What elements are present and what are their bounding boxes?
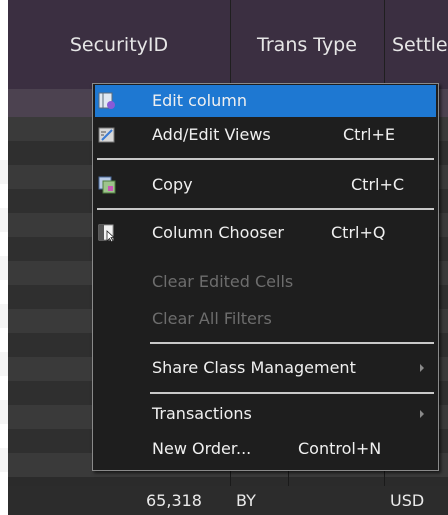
menu-item-label: Clear All Filters — [152, 309, 272, 328]
column-chooser-icon — [98, 224, 116, 242]
menu-item-share-class-management[interactable]: Share Class Management — [95, 352, 436, 384]
menu-item-label: Copy — [152, 175, 193, 194]
menu-item-clear-edited-cells[interactable]: Clear Edited Cells — [95, 266, 436, 298]
left-stripe — [0, 448, 8, 472]
edit-column-icon — [98, 92, 115, 109]
context-menu: Edit column Add/Edit Views Ctrl+E Copy C… — [92, 83, 439, 471]
left-stripe — [0, 160, 8, 184]
column-header-trans-type[interactable]: Trans Type — [230, 0, 385, 89]
menu-item-shortcut: Control+N — [298, 439, 382, 458]
submenu-arrow-icon — [420, 364, 424, 372]
column-header-label: Settle — [392, 33, 448, 56]
column-header-label: SecurityID — [69, 33, 169, 56]
menu-item-label: Column Chooser — [152, 223, 285, 242]
amount-cell: 65,318 — [146, 491, 202, 510]
left-stripe — [0, 352, 8, 376]
menu-item-copy[interactable]: Copy Ctrl+C — [95, 169, 436, 201]
menu-item-label: Share Class Management — [152, 358, 356, 377]
menu-item-add-edit-views[interactable]: Add/Edit Views Ctrl+E — [95, 119, 436, 151]
menu-separator — [150, 342, 434, 344]
left-stripe — [0, 256, 8, 280]
submenu-arrow-icon — [420, 410, 424, 418]
left-stripe — [0, 400, 8, 424]
edit-views-icon — [98, 127, 115, 143]
menu-item-new-order[interactable]: New Order... Control+N — [95, 433, 436, 465]
grid-header-row: SecurityID Trans Type Settle — [8, 0, 448, 89]
column-header-settle[interactable]: Settle — [384, 0, 448, 89]
menu-item-column-chooser[interactable]: Column Chooser Ctrl+Q — [95, 217, 436, 249]
menu-item-label: New Order... — [152, 439, 252, 458]
left-stripe — [0, 304, 8, 328]
menu-item-transactions[interactable]: Transactions — [95, 398, 436, 430]
menu-separator — [97, 208, 434, 210]
menu-item-clear-all-filters[interactable]: Clear All Filters — [95, 303, 436, 335]
menu-item-shortcut: Ctrl+C — [351, 175, 405, 194]
table-row[interactable]: 65,318 BY USD — [8, 486, 448, 515]
menu-separator — [150, 392, 434, 394]
menu-separator — [97, 158, 434, 160]
menu-item-label: Transactions — [152, 404, 252, 423]
copy-icon — [98, 176, 116, 194]
menu-item-label: Edit column — [152, 91, 247, 110]
menu-item-label: Clear Edited Cells — [152, 272, 294, 291]
currency-cell: USD — [390, 491, 425, 510]
left-stripe — [0, 208, 8, 232]
menu-item-shortcut: Ctrl+Q — [331, 223, 386, 242]
menu-item-label: Add/Edit Views — [152, 125, 271, 144]
menu-item-shortcut: Ctrl+E — [343, 125, 395, 144]
column-header-securityid[interactable]: SecurityID — [8, 0, 231, 89]
trans-type-cell: BY — [236, 491, 256, 510]
column-header-label: Trans Type — [257, 33, 357, 56]
menu-item-edit-column[interactable]: Edit column — [95, 85, 436, 117]
